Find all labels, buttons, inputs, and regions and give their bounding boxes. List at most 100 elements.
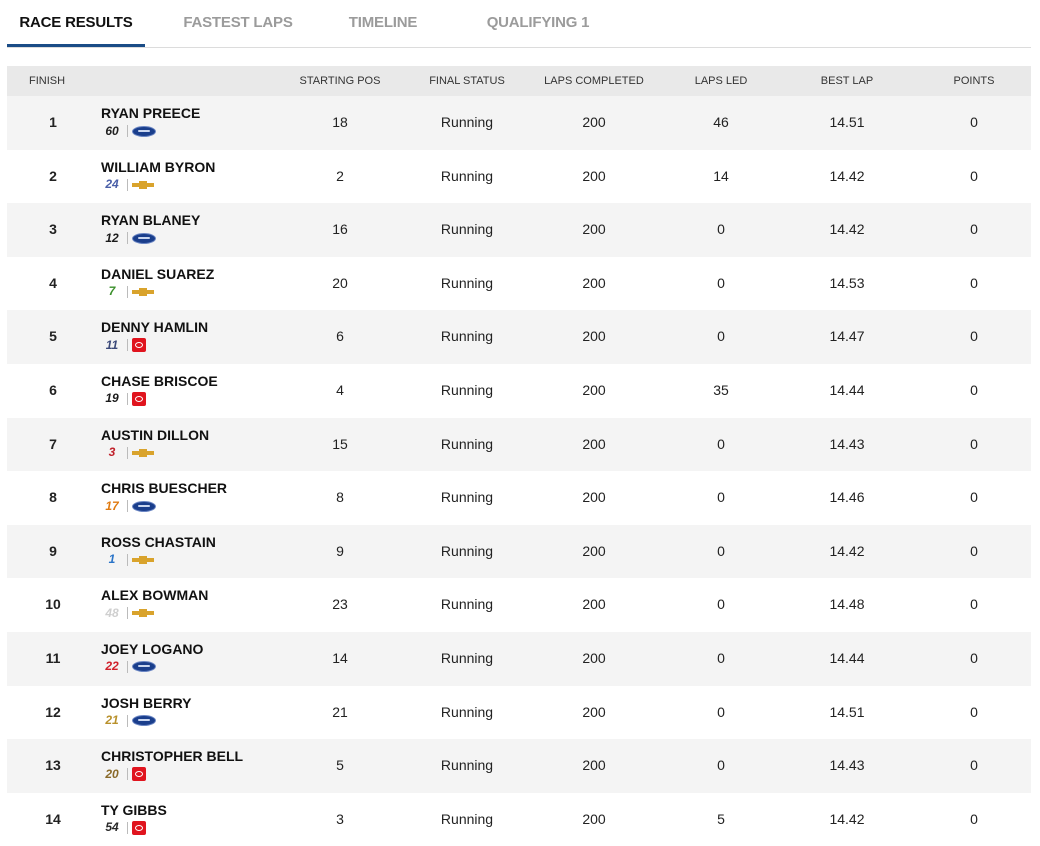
table-row[interactable]: 5 6 Running 200 0 14.47 0 DENNY HAMLIN 11: [7, 310, 1031, 364]
driver-cell: ALEX BOWMAN 48: [101, 587, 208, 620]
car-number-icon: 48: [105, 605, 119, 620]
best-lap: 14.44: [829, 649, 865, 666]
driver-name[interactable]: JOSH BERRY: [101, 695, 192, 711]
col-laps-completed[interactable]: LAPS COMPLETED: [534, 66, 654, 96]
toyota-logo-icon: [132, 767, 146, 782]
driver-cell: CHRIS BUESCHER 17: [101, 480, 227, 513]
tab-race-results[interactable]: RACE RESULTS: [7, 0, 145, 47]
laps-completed: 200: [582, 489, 606, 506]
finish-position: 12: [45, 703, 61, 720]
table-row[interactable]: 3 16 Running 200 0 14.42 0 RYAN BLANEY 12: [7, 203, 1031, 257]
driver-name[interactable]: ALEX BOWMAN: [101, 587, 208, 603]
table-row[interactable]: 9 9 Running 200 0 14.42 0 ROSS CHASTAIN 1: [7, 524, 1031, 579]
col-laps-led[interactable]: LAPS LED: [671, 66, 771, 96]
table-row[interactable]: 6 4 Running 200 35 14.44 0 CHASE BRISCOE 19: [7, 363, 1031, 418]
laps-led: 0: [717, 328, 725, 345]
driver-name[interactable]: CHASE BRISCOE: [101, 373, 218, 389]
table-body: 1 18 Running 200 46 14.51 0 RYAN PREECE 60 2 2 Runn…: [7, 96, 1031, 846]
driver-name[interactable]: DANIEL SUAREZ: [101, 266, 214, 282]
driver-cell: CHRISTOPHER BELL 20: [101, 748, 243, 782]
table-row[interactable]: 4 20 Running 200 0 14.53 0 DANIEL SUAREZ 7: [7, 256, 1031, 311]
table-row[interactable]: 12 21 Running 200 0 14.51 0 JOSH BERRY 21: [7, 685, 1031, 740]
finish-position: 4: [49, 274, 57, 291]
final-status: Running: [440, 757, 494, 774]
badge-divider: [127, 232, 128, 245]
table-row[interactable]: 2 2 Running 200 14 14.42 0 WILLIAM BYRON 24: [7, 149, 1031, 204]
table-header: FINISH STARTING POS FINAL STATUS LAPS CO…: [7, 66, 1031, 96]
driver-name[interactable]: ROSS CHASTAIN: [101, 534, 216, 550]
table-row[interactable]: 10 23 Running 200 0 14.48 0 ALEX BOWMAN 48: [7, 578, 1031, 632]
final-status: Running: [440, 810, 494, 827]
points: 0: [970, 435, 978, 452]
best-lap: 14.46: [829, 489, 865, 506]
starting-pos: 9: [336, 542, 344, 559]
driver-name[interactable]: CHRISTOPHER BELL: [101, 748, 243, 764]
toyota-logo-icon: [132, 820, 146, 835]
driver-cell: JOEY LOGANO 22: [101, 641, 203, 674]
driver-name[interactable]: JOEY LOGANO: [101, 641, 203, 657]
starting-pos: 15: [332, 435, 348, 452]
col-final-status[interactable]: FINAL STATUS: [417, 66, 517, 96]
tab-qualifying-1[interactable]: QUALIFYING 1: [463, 0, 613, 46]
tab-timeline[interactable]: TIMELINE: [333, 0, 433, 46]
col-points[interactable]: POINTS: [924, 66, 1024, 96]
best-lap: 14.42: [829, 810, 865, 827]
car-badges: 60: [101, 124, 200, 138]
driver-name[interactable]: CHRIS BUESCHER: [101, 480, 227, 496]
driver-name[interactable]: RYAN PREECE: [101, 105, 200, 121]
car-badges: 1: [101, 553, 216, 567]
table-row[interactable]: 14 3 Running 200 5 14.42 0 TY GIBBS 54: [7, 792, 1031, 846]
final-status: Running: [440, 435, 494, 452]
badge-divider: [127, 446, 128, 459]
laps-completed: 200: [582, 757, 606, 774]
starting-pos: 20: [332, 274, 348, 291]
driver-name[interactable]: RYAN BLANEY: [101, 212, 200, 228]
starting-pos: 6: [336, 328, 344, 345]
badge-divider: [127, 768, 128, 781]
best-lap: 14.43: [829, 757, 865, 774]
laps-led: 35: [713, 381, 729, 398]
col-best-lap[interactable]: BEST LAP: [797, 66, 897, 96]
driver-name[interactable]: AUSTIN DILLON: [101, 427, 209, 443]
laps-led: 46: [713, 114, 729, 130]
car-badges: 20: [101, 767, 243, 782]
table-row[interactable]: 1 18 Running 200 46 14.51 0 RYAN PREECE 60: [7, 96, 1031, 150]
final-status: Running: [440, 114, 494, 130]
starting-pos: 5: [336, 757, 344, 774]
col-starting-pos[interactable]: STARTING POS: [290, 66, 390, 96]
finish-position: 1: [49, 114, 57, 130]
points: 0: [970, 489, 978, 506]
driver-name[interactable]: DENNY HAMLIN: [101, 319, 208, 335]
finish-position: 7: [49, 435, 57, 452]
tab-fastest-laps[interactable]: FASTEST LAPS: [169, 0, 307, 46]
final-status: Running: [440, 542, 494, 559]
table-row[interactable]: 11 14 Running 200 0 14.44 0 JOEY LOGANO 22: [7, 631, 1031, 686]
table-row[interactable]: 8 8 Running 200 0 14.46 0 CHRIS BUESCHER 17: [7, 471, 1031, 525]
car-number-icon: 3: [108, 445, 116, 460]
car-number-icon: 21: [105, 713, 119, 728]
chevy-logo-icon: [132, 609, 154, 618]
car-badges: 7: [101, 285, 214, 299]
car-badges: 3: [101, 446, 209, 460]
finish-position: 6: [49, 381, 57, 398]
laps-led: 0: [717, 757, 725, 774]
best-lap: 14.43: [829, 435, 865, 452]
best-lap: 14.47: [829, 328, 865, 345]
finish-position: 13: [45, 757, 61, 774]
badge-divider: [127, 660, 128, 673]
driver-name[interactable]: TY GIBBS: [101, 802, 167, 818]
col-finish[interactable]: FINISH: [21, 66, 99, 96]
driver-name[interactable]: WILLIAM BYRON: [101, 159, 215, 175]
laps-led: 0: [717, 703, 725, 720]
laps-led: 0: [717, 649, 725, 666]
table-row[interactable]: 7 15 Running 200 0 14.43 0 AUSTIN DILLON 3: [7, 417, 1031, 472]
car-badges: 12: [101, 231, 200, 245]
best-lap: 14.44: [829, 381, 865, 398]
table-row[interactable]: 13 5 Running 200 0 14.43 0 CHRISTOPHER BELL 20: [7, 739, 1031, 793]
best-lap: 14.42: [829, 167, 865, 184]
chevy-logo-icon: [132, 287, 154, 296]
starting-pos: 23: [332, 596, 348, 613]
starting-pos: 18: [332, 114, 348, 130]
starting-pos: 16: [332, 221, 348, 238]
badge-divider: [127, 821, 128, 834]
